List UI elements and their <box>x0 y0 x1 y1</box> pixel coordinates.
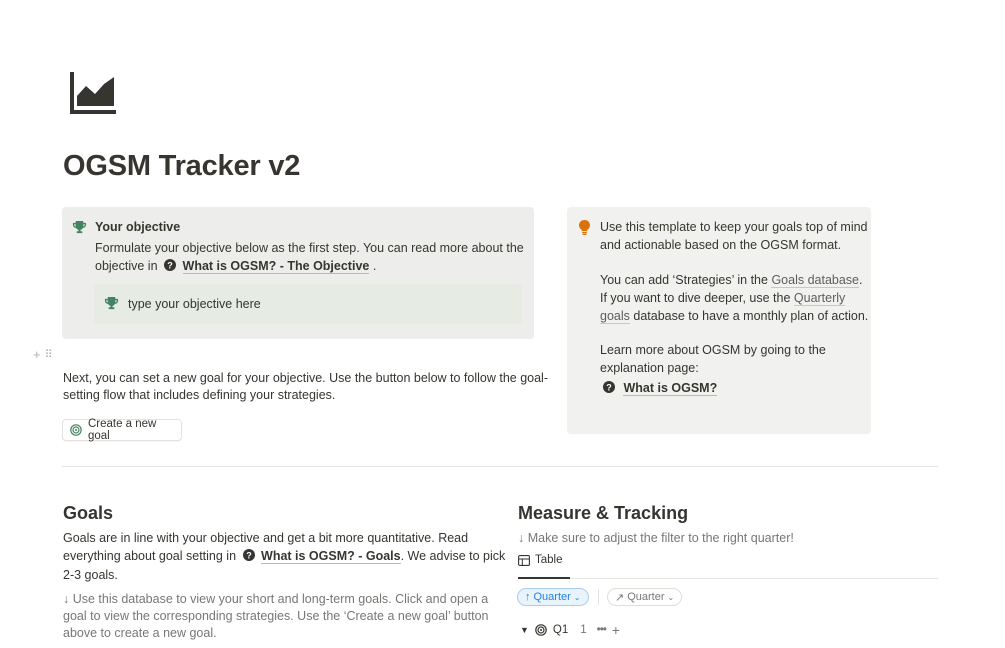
goals-line2: everything about goal setting in ? What … <box>63 547 505 565</box>
ogsm-page-icon: ? <box>602 380 616 394</box>
trophy-icon <box>72 220 87 234</box>
svg-text:?: ? <box>246 551 252 561</box>
group-row-q1[interactable]: ▼ Q1 1 ••• + <box>520 622 620 638</box>
arrow-up-right-icon: ↗ <box>615 591 625 604</box>
tab-active-indicator <box>518 577 570 579</box>
objective-heading: Your objective <box>95 220 181 234</box>
svg-text:?: ? <box>167 261 173 271</box>
drag-handle-icon[interactable]: ⠿ <box>45 348 53 361</box>
objective-callout: Your objective Formulate your objective … <box>62 207 534 339</box>
target-icon <box>535 624 547 636</box>
goals-note-line1: ↓ Use this database to view your short a… <box>63 592 489 606</box>
info-p2-line3: goals database to have a monthly plan of… <box>600 307 868 325</box>
tab-bar-line <box>518 578 938 579</box>
goals-note-line3: above to create a new goal. <box>63 626 217 640</box>
trophy-icon <box>104 296 119 310</box>
info-p3-line1: Learn more about OGSM by going to the <box>600 343 826 357</box>
goals-note-line2: goal to view the corresponding strategie… <box>63 609 489 623</box>
chevron-down-icon: ⌄ <box>573 592 581 602</box>
more-icon[interactable]: ••• <box>597 624 607 636</box>
goals-line2-prefix: everything about goal setting in <box>63 549 237 563</box>
objective-text-suffix: . <box>372 259 377 273</box>
add-icon[interactable]: + <box>612 622 620 638</box>
quarterly-goals-link[interactable]: Quarterly <box>793 291 846 306</box>
toggle-triangle-icon[interactable]: ▼ <box>520 625 529 635</box>
info-p1-line2: and actionable based on the OGSM format. <box>600 238 842 252</box>
measure-note: ↓ Make sure to adjust the filter to the … <box>518 531 794 545</box>
filter-chip-label: Quarter <box>627 591 665 603</box>
group-count: 1 <box>580 624 587 636</box>
info-p2-line3-suffix: database to have a monthly plan of actio… <box>633 309 869 323</box>
objective-link[interactable]: What is OGSM? - The Objective <box>182 259 370 274</box>
arrow-up-icon: ↑ <box>525 591 531 603</box>
tab-table-label: Table <box>535 554 563 566</box>
target-icon <box>70 424 82 436</box>
svg-text:?: ? <box>606 383 612 393</box>
objective-input-callout[interactable]: type your objective here <box>94 284 522 324</box>
group-label: Q1 <box>552 624 569 636</box>
quarterly-goals-link-cont[interactable]: goals <box>600 309 630 324</box>
goals-line3: 2-3 goals. <box>63 568 118 582</box>
measure-heading: Measure & Tracking <box>518 503 689 523</box>
goals-heading: Goals <box>63 503 114 523</box>
goals-line2-suffix: . We advise to pick <box>400 549 506 563</box>
create-new-goal-label: Create a new goal <box>87 418 157 442</box>
info-p2-line2-prefix: If you want to dive deeper, use the <box>600 291 791 305</box>
chip-separator <box>598 589 599 605</box>
chart-area-icon <box>70 72 116 114</box>
tab-table[interactable]: Table <box>518 554 563 566</box>
info-p2-line2: If you want to dive deeper, use the Quar… <box>600 289 846 307</box>
goals-line1: Goals are in line with your objective an… <box>63 531 469 545</box>
ogsm-page-icon: ? <box>163 258 177 272</box>
lightbulb-icon <box>579 220 590 235</box>
info-p2-suffix: . <box>859 273 863 287</box>
info-p2-line1: You can add ‘Strategies’ in the Goals da… <box>600 271 862 289</box>
objective-text-prefix: objective in <box>95 259 158 273</box>
page-title: OGSM Tracker v2 <box>63 150 301 182</box>
info-p3-link-row: ? What is OGSM? <box>602 379 718 397</box>
create-new-goal-button[interactable]: Create a new goal <box>62 418 182 442</box>
filter-chip[interactable]: ↗ Quarter ⌄ <box>607 588 683 606</box>
info-p1-line1: Use this template to keep your goals top… <box>600 220 868 234</box>
block-handle[interactable]: + ⠿ <box>33 347 53 362</box>
objective-text-line1: Formulate your objective below as the fi… <box>95 241 524 255</box>
info-p3-line2: explanation page: <box>600 361 699 375</box>
what-is-ogsm-link[interactable]: What is OGSM? <box>623 381 718 396</box>
info-callout: Use this template to keep your goals top… <box>567 207 871 434</box>
chevron-down-icon: ⌄ <box>667 592 675 602</box>
goals-link[interactable]: What is OGSM? - Goals <box>261 549 401 564</box>
info-p2-prefix: You can add ‘Strategies’ in the <box>600 273 768 287</box>
objective-text-line2: objective in ? What is OGSM? - The Objec… <box>95 257 376 275</box>
add-block-icon[interactable]: + <box>33 347 41 362</box>
intro-line1: Next, you can set a new goal for your ob… <box>63 371 548 385</box>
sort-chip-label: Quarter <box>533 591 571 603</box>
ogsm-page-icon: ? <box>242 548 256 562</box>
table-icon <box>518 554 530 566</box>
divider <box>62 466 938 467</box>
sort-chip[interactable]: ↑ Quarter ⌄ <box>517 588 589 606</box>
goals-database-link[interactable]: Goals database <box>771 273 859 288</box>
intro-line2: setting flow that includes defining your… <box>63 388 336 402</box>
objective-input[interactable]: type your objective here <box>128 295 261 313</box>
